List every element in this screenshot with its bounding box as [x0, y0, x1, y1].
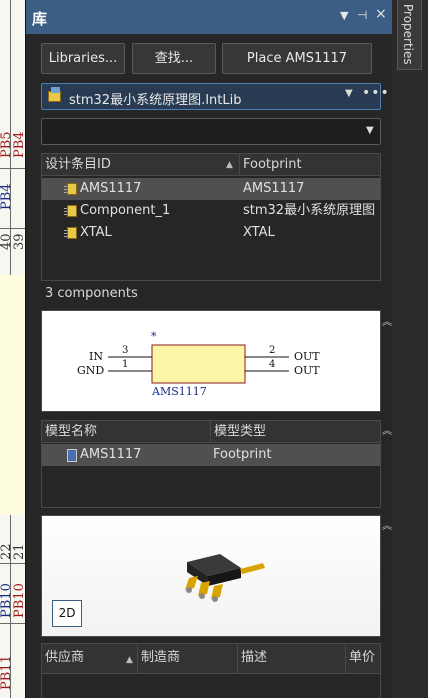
- collapse-icon[interactable]: ︽: [382, 422, 392, 437]
- supplier-table: 供应商 ▲ 制造商 描述 单价: [41, 643, 381, 698]
- properties-tab-label: Properties: [401, 4, 415, 65]
- chip-tab: [240, 563, 265, 574]
- lead-contact: [212, 596, 218, 602]
- libraries-panel: 库 ▼ ⊣ × Libraries... 查找... Place AMS1117…: [25, 0, 393, 698]
- column-header-model-type[interactable]: 模型类型: [211, 421, 380, 443]
- place-component-button[interactable]: Place AMS1117: [222, 43, 372, 74]
- schematic-wire: [0, 168, 25, 169]
- symbol-body: [151, 344, 246, 384]
- component-footprint: XTAL: [243, 225, 275, 240]
- component-icon: [64, 227, 77, 239]
- components-table: 设计条目ID ▲ Footprint AMS1117 AMS1117 Compo…: [41, 153, 381, 281]
- chip-lead: [198, 581, 210, 596]
- sort-indicator-icon: ▲: [126, 655, 133, 665]
- column-header-label: 设计条目ID: [45, 157, 111, 172]
- component-count: 3 components: [45, 286, 138, 301]
- pin-number: 2: [269, 345, 276, 356]
- view-2d-button[interactable]: 2D: [52, 600, 82, 627]
- pin-icon[interactable]: ⊣: [357, 9, 367, 21]
- schematic-net-label: PB4: [12, 131, 25, 158]
- pin-number: 3: [122, 345, 129, 356]
- lead-contact: [186, 587, 192, 593]
- filter-select[interactable]: ▼: [41, 118, 381, 145]
- chevron-down-icon[interactable]: ▼: [340, 10, 348, 22]
- lead-contact: [199, 593, 205, 599]
- schematic-canvas[interactable]: PB5 PB4 PB4 40 39 22 21 PB10 PB10 PB11: [0, 0, 25, 698]
- table-row[interactable]: AMS1117 Footprint: [42, 444, 380, 466]
- library-icon: [48, 87, 61, 102]
- column-header-footprint[interactable]: Footprint: [240, 154, 380, 176]
- pin-label: OUT: [294, 350, 320, 363]
- close-icon[interactable]: ×: [375, 7, 387, 21]
- component-icon: [64, 183, 77, 195]
- component-footprint: stm32最小系统原理图: [243, 203, 376, 218]
- schematic-pin-number: 39: [12, 233, 25, 250]
- library-select-value: stm32最小系统原理图.IntLib: [69, 93, 242, 108]
- chip-3d-icon: [185, 554, 265, 602]
- component-id: Component_1: [80, 203, 171, 218]
- symbol-preview[interactable]: ︽ * IN GND 3 1 2 4 OUT OUT AMS1117: [41, 310, 392, 412]
- model-name: AMS1117: [80, 447, 142, 462]
- schematic-net-label: PB11: [0, 655, 14, 690]
- pin-label: IN: [89, 350, 103, 363]
- column-header-description[interactable]: 描述: [238, 644, 346, 674]
- properties-tab[interactable]: Properties: [397, 0, 422, 70]
- component-icon: [64, 205, 77, 217]
- library-select[interactable]: stm32最小系统原理图.IntLib ▼ •••: [41, 83, 389, 110]
- column-header-label: 供应商: [45, 650, 85, 665]
- chevron-down-icon[interactable]: ▼: [345, 88, 353, 99]
- column-header-unit-price[interactable]: 单价: [346, 644, 380, 674]
- panel-titlebar[interactable]: 库 ▼ ⊣ ×: [26, 0, 393, 34]
- pin-label: GND: [77, 364, 105, 377]
- table-row[interactable]: AMS1117 AMS1117: [42, 178, 380, 200]
- component-id: AMS1117: [80, 181, 142, 196]
- symbol-comment: AMS1117: [152, 385, 207, 398]
- model-3d-preview[interactable]: ︽ 2D: [41, 515, 392, 637]
- schematic-pin-number: 21: [12, 543, 25, 560]
- pin-label: OUT: [294, 364, 320, 377]
- sort-indicator-icon: ▲: [226, 160, 233, 170]
- component-id: XTAL: [80, 225, 112, 240]
- panel-title: 库: [32, 10, 48, 28]
- collapse-icon[interactable]: ︽: [382, 517, 392, 532]
- schematic-net-label: PB4: [0, 183, 14, 210]
- collapse-icon[interactable]: ︽: [382, 313, 392, 328]
- chip-lead: [211, 584, 223, 599]
- symbol-designator: *: [151, 330, 157, 343]
- column-header-supplier[interactable]: 供应商 ▲: [42, 644, 138, 674]
- schematic-wire: [0, 228, 25, 229]
- models-table: ︽ 模型名称 模型类型 AMS1117 Footprint: [41, 420, 392, 508]
- column-header-manufacturer[interactable]: 制造商: [138, 644, 238, 674]
- table-row[interactable]: Component_1 stm32最小系统原理图: [42, 200, 380, 222]
- search-button[interactable]: 查找...: [132, 43, 216, 74]
- chevron-down-icon[interactable]: ▼: [366, 125, 374, 136]
- pin-number: 4: [269, 359, 276, 370]
- libraries-button[interactable]: Libraries...: [41, 43, 125, 74]
- column-header-design-item-id[interactable]: 设计条目ID ▲: [42, 154, 240, 176]
- pin-number: 1: [122, 359, 129, 370]
- column-header-model-name[interactable]: 模型名称: [42, 421, 211, 443]
- more-options-icon[interactable]: •••: [362, 85, 390, 101]
- model-type: Footprint: [213, 447, 272, 462]
- schematic-net-label: PB10: [12, 583, 25, 618]
- footprint-model-icon: [67, 449, 77, 462]
- right-sidebar: Properties: [392, 0, 428, 698]
- schematic-wire: [0, 623, 25, 624]
- table-row[interactable]: XTAL XTAL: [42, 222, 380, 244]
- component-footprint: AMS1117: [243, 181, 305, 196]
- schematic-wire: [0, 563, 25, 564]
